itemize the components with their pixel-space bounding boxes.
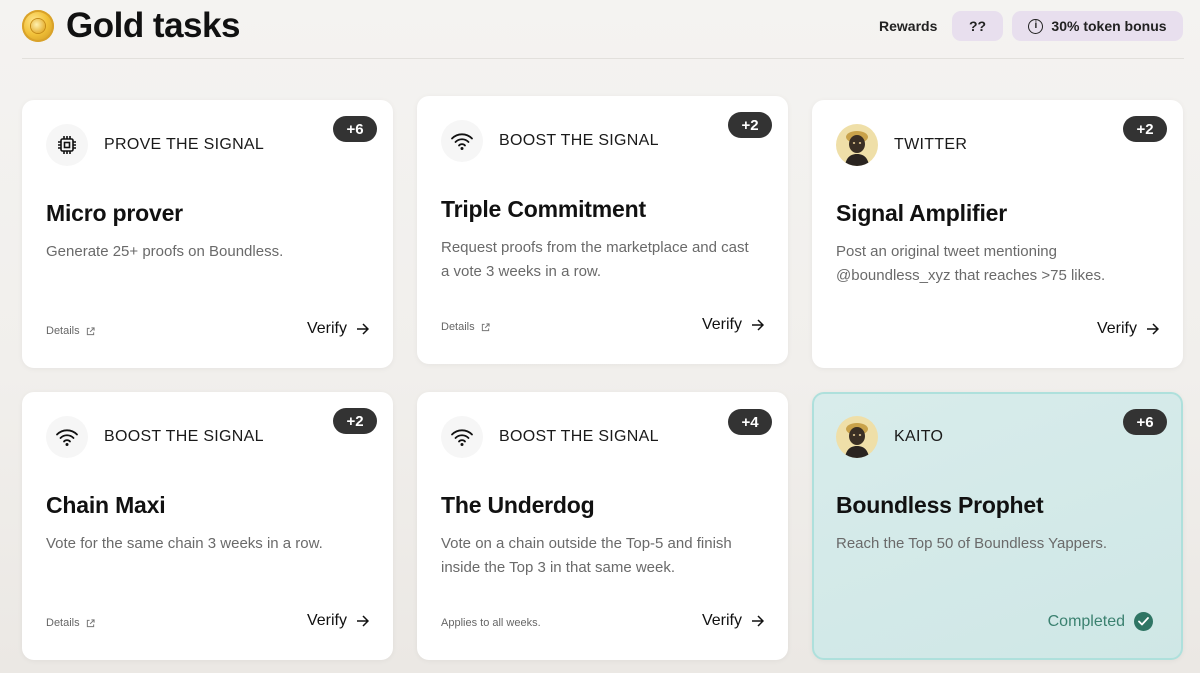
details-link[interactable]: Details <box>46 325 95 337</box>
verify-label: Verify <box>701 316 742 333</box>
verify-button[interactable]: Verify <box>702 316 764 334</box>
task-category: PROVE THE SIGNAL <box>104 136 265 153</box>
points-badge: +6 <box>333 116 377 142</box>
details-label: Details <box>46 617 80 629</box>
task-card-signal-amplifier: +2 TWITTER Signal Amplifier Post an orig… <box>812 100 1183 368</box>
task-description: Post an original tweet mentioning @bound… <box>836 243 1106 284</box>
completed-status: Completed <box>1048 612 1153 631</box>
arrow-right-icon <box>1147 323 1159 335</box>
signal-icon <box>46 416 88 458</box>
chip-icon <box>46 124 88 166</box>
task-card-micro-prover: +6 PROVE THE SIGNAL Micro prover Generat… <box>22 100 393 368</box>
verify-button[interactable]: Verify <box>702 612 764 630</box>
page-header: Gold tasks Rewards ?? i 30% token bonus <box>0 0 1200 58</box>
points-badge: +2 <box>728 112 772 138</box>
task-card-triple-commitment: +2 BOOST THE SIGNAL Triple Commitment Re… <box>417 96 788 364</box>
info-icon: i <box>1028 18 1044 34</box>
arrow-right-icon <box>752 319 764 331</box>
applies-note: Applies to all weeks. <box>441 617 541 629</box>
details-label: Details <box>46 325 80 337</box>
task-card-the-underdog: +4 BOOST THE SIGNAL The Underdog Vote on… <box>417 392 788 660</box>
token-bonus-label: 30% token bonus <box>1051 18 1167 34</box>
task-title: Chain Maxi <box>46 492 166 518</box>
task-title: Signal Amplifier <box>836 200 1008 226</box>
avatar-icon <box>836 124 878 166</box>
external-link-icon <box>481 322 490 331</box>
gold-coin-icon <box>22 10 54 42</box>
task-description: Request proofs from the marketplace and … <box>441 239 749 280</box>
task-category: TWITTER <box>894 136 968 153</box>
token-bonus-button[interactable]: i 30% token bonus <box>1012 11 1183 41</box>
task-title: The Underdog <box>441 492 595 518</box>
task-title: Boundless Prophet <box>836 492 1044 518</box>
task-description: Generate 25+ proofs on Boundless. <box>46 243 284 260</box>
details-link[interactable]: Details <box>441 321 490 333</box>
arrow-right-icon <box>752 615 764 627</box>
header-divider <box>22 58 1184 59</box>
task-title: Triple Commitment <box>441 196 646 222</box>
arrow-right-icon <box>357 323 369 335</box>
avatar-icon <box>836 416 878 458</box>
verify-label: Verify <box>1096 320 1137 337</box>
verify-label: Verify <box>701 612 742 629</box>
verify-button[interactable]: Verify <box>307 320 369 338</box>
arrow-right-icon <box>357 615 369 627</box>
task-title: Micro prover <box>46 200 183 226</box>
verify-button[interactable]: Verify <box>1097 320 1159 338</box>
external-link-icon <box>86 618 95 627</box>
task-category: BOOST THE SIGNAL <box>104 428 264 445</box>
verify-label: Verify <box>306 320 347 337</box>
task-description: Vote for the same chain 3 weeks in a row… <box>46 535 323 552</box>
task-card-boundless-prophet: +6 KAITO Boundless Prophet Reach the Top… <box>812 392 1183 660</box>
verify-label: Verify <box>306 612 347 629</box>
page-title: Gold tasks <box>66 6 240 45</box>
signal-icon <box>441 120 483 162</box>
task-category: KAITO <box>894 428 944 445</box>
signal-icon <box>441 416 483 458</box>
points-badge: +6 <box>1123 409 1167 435</box>
task-category: BOOST THE SIGNAL <box>499 132 659 149</box>
details-label: Details <box>441 321 475 333</box>
points-badge: +4 <box>728 409 772 435</box>
rewards-link[interactable]: Rewards <box>879 18 937 34</box>
verify-button[interactable]: Verify <box>307 612 369 630</box>
task-card-chain-maxi: +2 BOOST THE SIGNAL Chain Maxi Vote for … <box>22 392 393 660</box>
external-link-icon <box>86 326 95 335</box>
points-badge: +2 <box>333 408 377 434</box>
check-circle-icon <box>1134 612 1153 631</box>
task-category: BOOST THE SIGNAL <box>499 428 659 445</box>
unknown-count-button[interactable]: ?? <box>952 11 1003 41</box>
points-badge: +2 <box>1123 116 1167 142</box>
task-description: Reach the Top 50 of Boundless Yappers. <box>836 535 1108 552</box>
details-link[interactable]: Details <box>46 617 95 629</box>
completed-label: Completed <box>1047 612 1125 630</box>
task-description: Vote on a chain outside the Top-5 and fi… <box>441 535 732 576</box>
